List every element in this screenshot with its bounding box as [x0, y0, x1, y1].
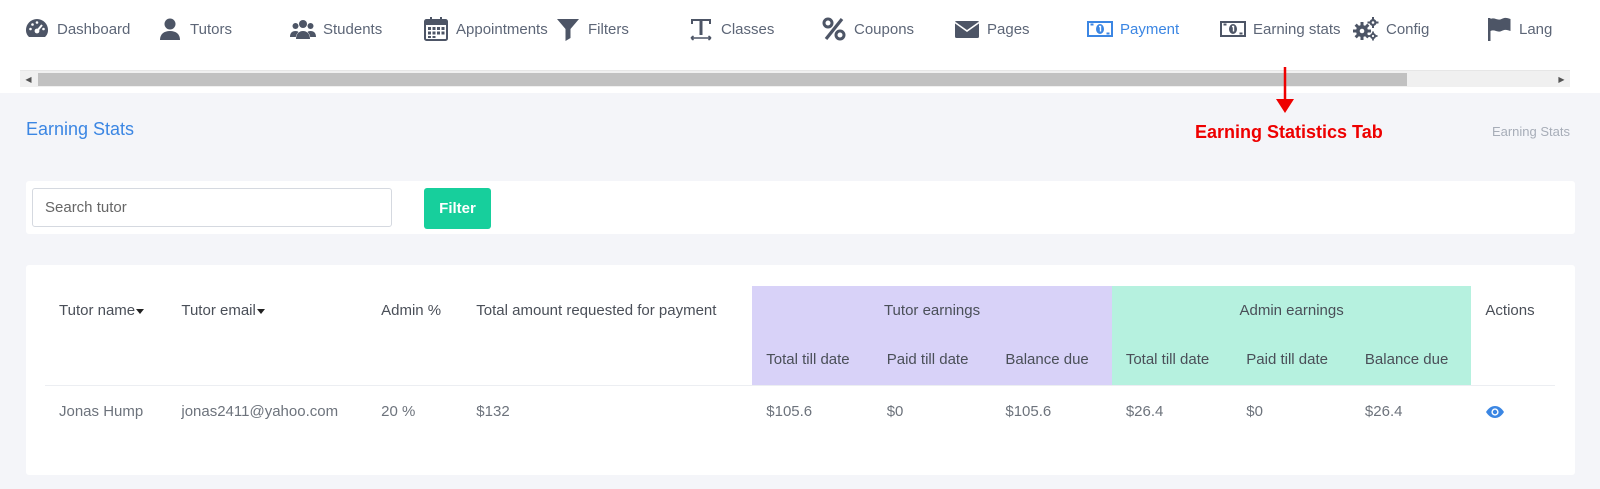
- nav-item-pages[interactable]: Pages: [954, 14, 1030, 44]
- header-tutor-name[interactable]: Tutor name: [45, 286, 167, 385]
- nav-item-filters[interactable]: Filters: [555, 14, 629, 44]
- cell-tutor-paid: $0: [872, 384, 992, 438]
- money-icon: [1087, 21, 1113, 37]
- main-menu: Dashboard Tutors Students Appointments F…: [0, 0, 1600, 60]
- header-tutor-total: Total till date: [752, 335, 873, 385]
- nav-item-coupons[interactable]: Coupons: [821, 14, 914, 44]
- cell-actions: [1471, 384, 1555, 438]
- gears-icon: [1353, 17, 1379, 41]
- annotation-arrow-icon: [1276, 67, 1294, 113]
- annotation-label: Earning Statistics Tab: [1195, 122, 1383, 142]
- nav-item-config[interactable]: Config: [1353, 14, 1429, 44]
- scroll-left-icon[interactable]: ◀: [20, 71, 37, 88]
- header-label: Tutor name: [59, 302, 136, 319]
- cell-admin-paid: $0: [1232, 384, 1351, 438]
- nav-label: Pages: [987, 20, 1030, 38]
- search-tutor-input[interactable]: [32, 188, 392, 227]
- table-row: Jonas Hump jonas2411@yahoo.com 20 % $132…: [45, 384, 1555, 438]
- header-admin-percent: Admin %: [381, 302, 442, 319]
- filter-panel: Filter: [26, 181, 1575, 234]
- cell-admin-percent: 20 %: [367, 384, 463, 438]
- nav-label: Lang: [1519, 20, 1553, 38]
- header-total-requested: Total amount requested for payment: [476, 302, 717, 319]
- scroll-thumb[interactable]: [38, 73, 1407, 86]
- cell-tutor-name: Jonas Hump: [45, 384, 168, 438]
- tachometer-icon: [26, 19, 48, 37]
- nav-label: Classes: [721, 20, 775, 38]
- header-tutor-email[interactable]: Tutor email: [167, 286, 367, 385]
- header-admin-earnings: Admin earnings: [1111, 286, 1472, 335]
- header-admin-paid: Paid till date: [1232, 335, 1351, 385]
- nav-item-dashboard[interactable]: Dashboard: [24, 14, 130, 44]
- header-tutor-balance: Balance due: [991, 335, 1112, 385]
- nav-label: Dashboard: [57, 20, 131, 38]
- envelope-icon: [954, 21, 980, 38]
- nav-label: Coupons: [854, 20, 915, 38]
- nav-label: Earning stats: [1253, 20, 1341, 38]
- header-tutor-paid: Paid till date: [872, 335, 992, 385]
- cell-tutor-balance: $105.6: [991, 384, 1112, 438]
- nav-item-students[interactable]: Students: [290, 14, 382, 44]
- nav-label: Students: [323, 20, 383, 38]
- header-label: Tutor email: [181, 302, 256, 319]
- calendar-icon: [424, 17, 448, 41]
- earnings-table: Tutor name Tutor email Admin % Total amo…: [45, 286, 1555, 438]
- cell-tutor-email: jonas2411@yahoo.com: [167, 384, 368, 438]
- cell-total-requested: $132: [462, 384, 753, 438]
- nav-item-appointments[interactable]: Appointments: [423, 14, 548, 44]
- nav-item-classes[interactable]: Classes: [688, 14, 774, 44]
- header-admin-balance: Balance due: [1350, 335, 1472, 385]
- header-actions: Actions: [1485, 302, 1535, 319]
- cell-admin-total: $26.4: [1111, 384, 1233, 438]
- users-icon: [290, 20, 316, 39]
- nav-label: Appointments: [456, 20, 548, 38]
- breadcrumb: Earning Stats: [1491, 124, 1570, 139]
- sort-caret-icon[interactable]: [136, 308, 145, 314]
- cell-tutor-total: $105.6: [752, 384, 873, 438]
- nav-label: Filters: [588, 20, 629, 38]
- page-title: Earning Stats: [26, 119, 135, 139]
- nav-label: Config: [1386, 20, 1430, 38]
- nav-item-tutors[interactable]: Tutors: [157, 14, 232, 44]
- filter-icon: [557, 19, 579, 41]
- nav-label: Tutors: [190, 20, 232, 38]
- horizontal-scrollbar[interactable]: ◀ ▶: [20, 70, 1570, 87]
- cell-admin-balance: $26.4: [1350, 384, 1472, 438]
- percent-icon: [822, 17, 846, 41]
- header-admin-total: Total till date: [1111, 335, 1233, 385]
- nav-item-earning-stats[interactable]: Earning stats: [1220, 14, 1341, 44]
- sort-caret-icon[interactable]: [256, 308, 265, 314]
- header-tutor-earnings: Tutor earnings: [752, 286, 1112, 335]
- money-icon: [1220, 21, 1246, 37]
- earnings-table-panel: Tutor name Tutor email Admin % Total amo…: [26, 265, 1575, 475]
- top-navigation-bar: Dashboard Tutors Students Appointments F…: [0, 0, 1600, 93]
- nav-item-lang[interactable]: Lang: [1486, 14, 1552, 44]
- filter-button[interactable]: Filter: [424, 188, 491, 229]
- user-icon: [160, 18, 180, 40]
- text-icon: [690, 19, 712, 41]
- eye-icon[interactable]: [1485, 405, 1505, 419]
- flag-icon: [1488, 17, 1511, 41]
- nav-item-payment[interactable]: Payment: [1087, 14, 1179, 44]
- nav-label: Payment: [1120, 20, 1180, 38]
- scroll-right-icon[interactable]: ▶: [1553, 71, 1570, 88]
